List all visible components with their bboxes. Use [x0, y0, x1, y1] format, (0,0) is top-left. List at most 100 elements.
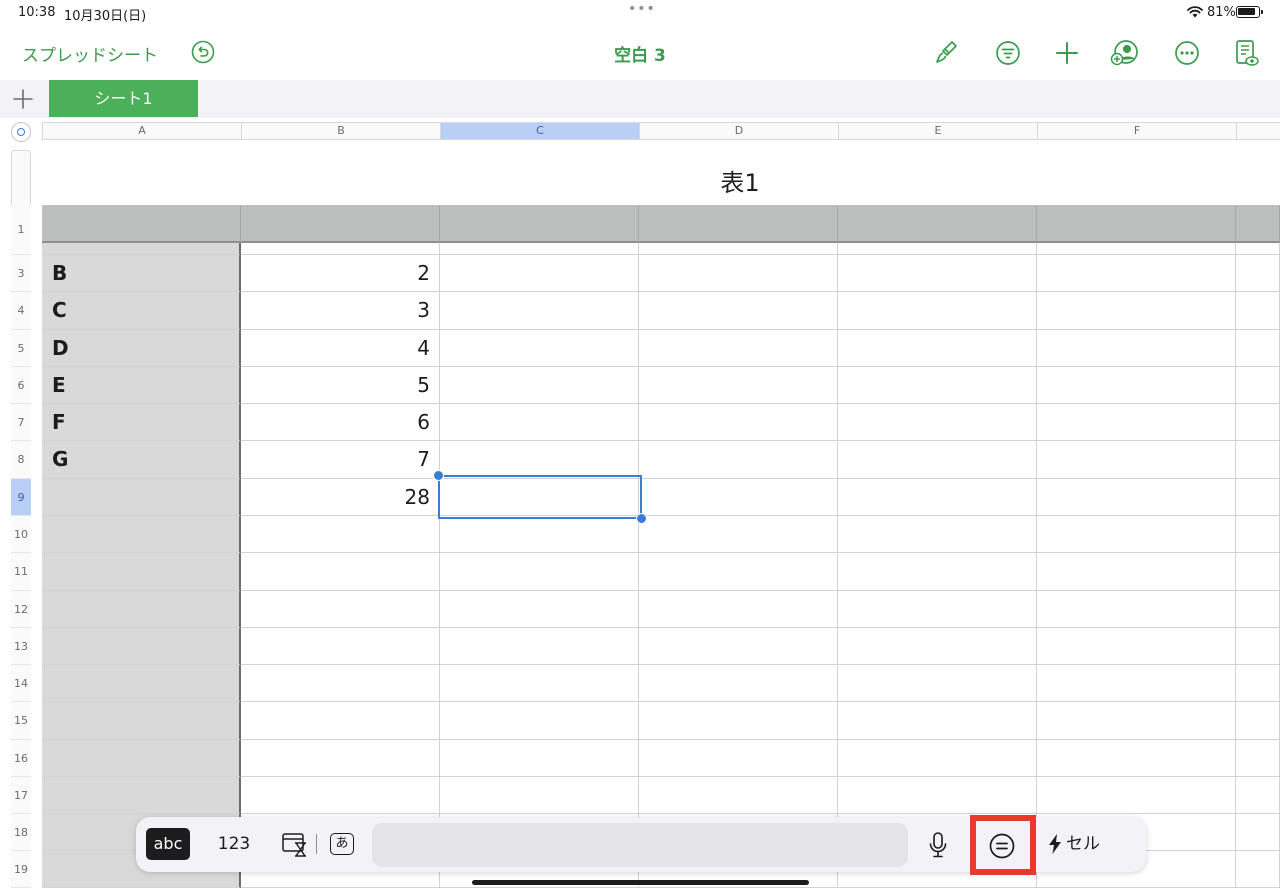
- header-cell-a[interactable]: [42, 205, 241, 243]
- cell-f15[interactable]: [1037, 702, 1236, 740]
- cell-f5[interactable]: [1037, 330, 1236, 367]
- cell-a3[interactable]: B: [42, 255, 241, 292]
- cell-c4[interactable]: [440, 292, 639, 330]
- cell-overflow3[interactable]: [1236, 255, 1280, 292]
- table-row-2-partial[interactable]: [440, 243, 639, 255]
- cell-e12[interactable]: [838, 591, 1037, 628]
- cell-c10[interactable]: [440, 516, 639, 553]
- cell-e8[interactable]: [838, 441, 1037, 479]
- cell-a4[interactable]: C: [42, 292, 241, 330]
- cell-a9[interactable]: [42, 479, 241, 516]
- back-to-spreadsheets-link[interactable]: スプレッドシート: [22, 41, 158, 66]
- selection-handle-top-left[interactable]: [433, 470, 444, 481]
- row-header-13[interactable]: 13: [11, 628, 31, 665]
- cell-c16[interactable]: [440, 740, 639, 777]
- cell-f16[interactable]: [1037, 740, 1236, 777]
- cell-d14[interactable]: [639, 665, 838, 702]
- cell-a12[interactable]: [42, 591, 241, 628]
- cell-c7[interactable]: [440, 404, 639, 441]
- cell-e17[interactable]: [838, 777, 1037, 814]
- cell-c11[interactable]: [440, 553, 639, 591]
- table-row-2-partial[interactable]: [1236, 243, 1280, 255]
- cell-d3[interactable]: [639, 255, 838, 292]
- cell-overflow15[interactable]: [1236, 702, 1280, 740]
- cell-e6[interactable]: [838, 367, 1037, 404]
- cell-a10[interactable]: [42, 516, 241, 553]
- cell-overflow4[interactable]: [1236, 292, 1280, 330]
- table-row-2-partial[interactable]: [1037, 243, 1236, 255]
- cell-f17[interactable]: [1037, 777, 1236, 814]
- table-row-2-partial[interactable]: [639, 243, 838, 255]
- cell-a8[interactable]: G: [42, 441, 241, 479]
- cell-a7[interactable]: F: [42, 404, 241, 441]
- column-header-e[interactable]: E: [838, 122, 1037, 140]
- column-header-a[interactable]: A: [42, 122, 241, 140]
- cell-a5[interactable]: D: [42, 330, 241, 367]
- cell-f13[interactable]: [1037, 628, 1236, 665]
- row-header-4[interactable]: 4: [11, 292, 31, 330]
- row-header-10[interactable]: 10: [11, 516, 31, 553]
- table-title[interactable]: 表1: [680, 163, 800, 198]
- cell-b4[interactable]: 3: [241, 292, 440, 330]
- cell-overflow5[interactable]: [1236, 330, 1280, 367]
- add-sheet-icon[interactable]: [12, 88, 34, 110]
- text-mode-button[interactable]: abc: [146, 828, 190, 860]
- cell-b16[interactable]: [241, 740, 440, 777]
- cell-overflow13[interactable]: [1236, 628, 1280, 665]
- cell-f10[interactable]: [1037, 516, 1236, 553]
- column-header-b[interactable]: B: [241, 122, 440, 140]
- cell-d16[interactable]: [639, 740, 838, 777]
- cell-d15[interactable]: [639, 702, 838, 740]
- header-cell-f[interactable]: [1037, 205, 1236, 243]
- cell-b9[interactable]: 28: [241, 479, 440, 516]
- cell-d8[interactable]: [639, 441, 838, 479]
- cell-d4[interactable]: [639, 292, 838, 330]
- cell-f11[interactable]: [1037, 553, 1236, 591]
- cell-d11[interactable]: [639, 553, 838, 591]
- cell-d12[interactable]: [639, 591, 838, 628]
- row-header-12[interactable]: 12: [11, 591, 31, 628]
- cell-d10[interactable]: [639, 516, 838, 553]
- selection-handle-bottom-right[interactable]: [636, 513, 647, 524]
- cell-content-input[interactable]: [372, 823, 908, 867]
- column-header-d[interactable]: D: [639, 122, 838, 140]
- table-row-2-partial[interactable]: [838, 243, 1037, 255]
- cell-b15[interactable]: [241, 702, 440, 740]
- cell-f4[interactable]: [1037, 292, 1236, 330]
- formula-equals-icon[interactable]: [988, 832, 1016, 860]
- japanese-text-mode-button[interactable]: あ: [330, 833, 354, 855]
- cell-d17[interactable]: [639, 777, 838, 814]
- cell-b12[interactable]: [241, 591, 440, 628]
- cell-e10[interactable]: [838, 516, 1037, 553]
- cell-overflow6[interactable]: [1236, 367, 1280, 404]
- cell-e15[interactable]: [838, 702, 1037, 740]
- date-time-mode-icon[interactable]: [282, 831, 308, 857]
- row-header-17[interactable]: 17: [11, 777, 31, 814]
- cell-e14[interactable]: [838, 665, 1037, 702]
- row-header-5[interactable]: 5: [11, 330, 31, 367]
- row-header-7[interactable]: 7: [11, 404, 31, 441]
- row-header-16[interactable]: 16: [11, 740, 31, 777]
- selected-cell-c9[interactable]: [433, 470, 647, 524]
- cell-a15[interactable]: [42, 702, 241, 740]
- cell-c5[interactable]: [440, 330, 639, 367]
- add-plus-icon[interactable]: [1052, 38, 1082, 68]
- cell-e16[interactable]: [838, 740, 1037, 777]
- cell-d6[interactable]: [639, 367, 838, 404]
- cell-c14[interactable]: [440, 665, 639, 702]
- row-header-8[interactable]: 8: [11, 441, 31, 479]
- number-mode-button[interactable]: 123: [212, 828, 256, 860]
- cell-f8[interactable]: [1037, 441, 1236, 479]
- cell-d5[interactable]: [639, 330, 838, 367]
- cell-d9[interactable]: [639, 479, 838, 516]
- cell-e5[interactable]: [838, 330, 1037, 367]
- cell-overflow9[interactable]: [1236, 479, 1280, 516]
- cell-overflow11[interactable]: [1236, 553, 1280, 591]
- row-header-6[interactable]: 6: [11, 367, 31, 404]
- paintbrush-format-icon[interactable]: [932, 38, 962, 68]
- cell-overflow12[interactable]: [1236, 591, 1280, 628]
- cell-b10[interactable]: [241, 516, 440, 553]
- cell-a13[interactable]: [42, 628, 241, 665]
- header-cell-c[interactable]: [440, 205, 639, 243]
- cell-e13[interactable]: [838, 628, 1037, 665]
